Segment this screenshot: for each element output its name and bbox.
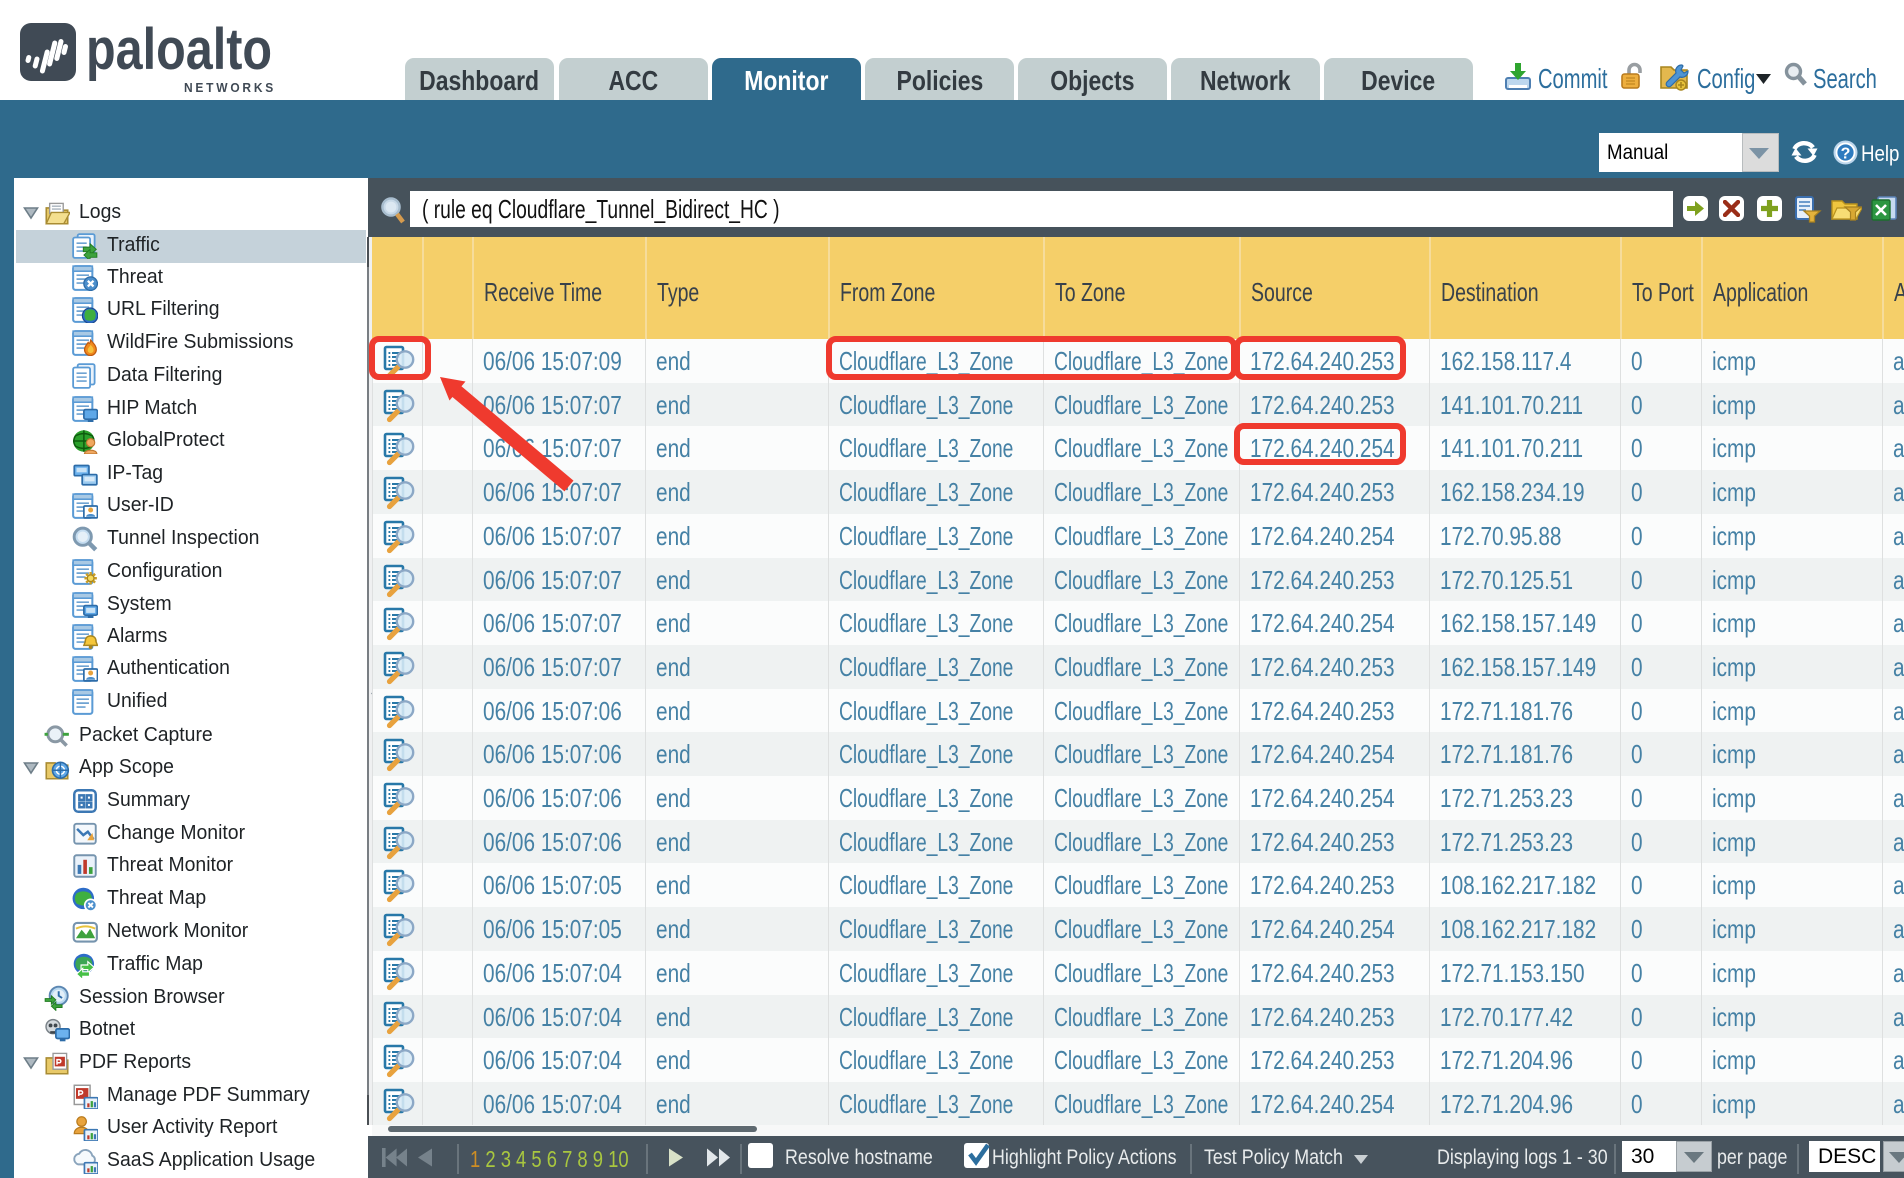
svg-text:?: ? — [1841, 146, 1851, 163]
svg-text:paloalto: paloalto — [86, 22, 272, 82]
svg-text:NETWORKS: NETWORKS — [184, 80, 276, 95]
